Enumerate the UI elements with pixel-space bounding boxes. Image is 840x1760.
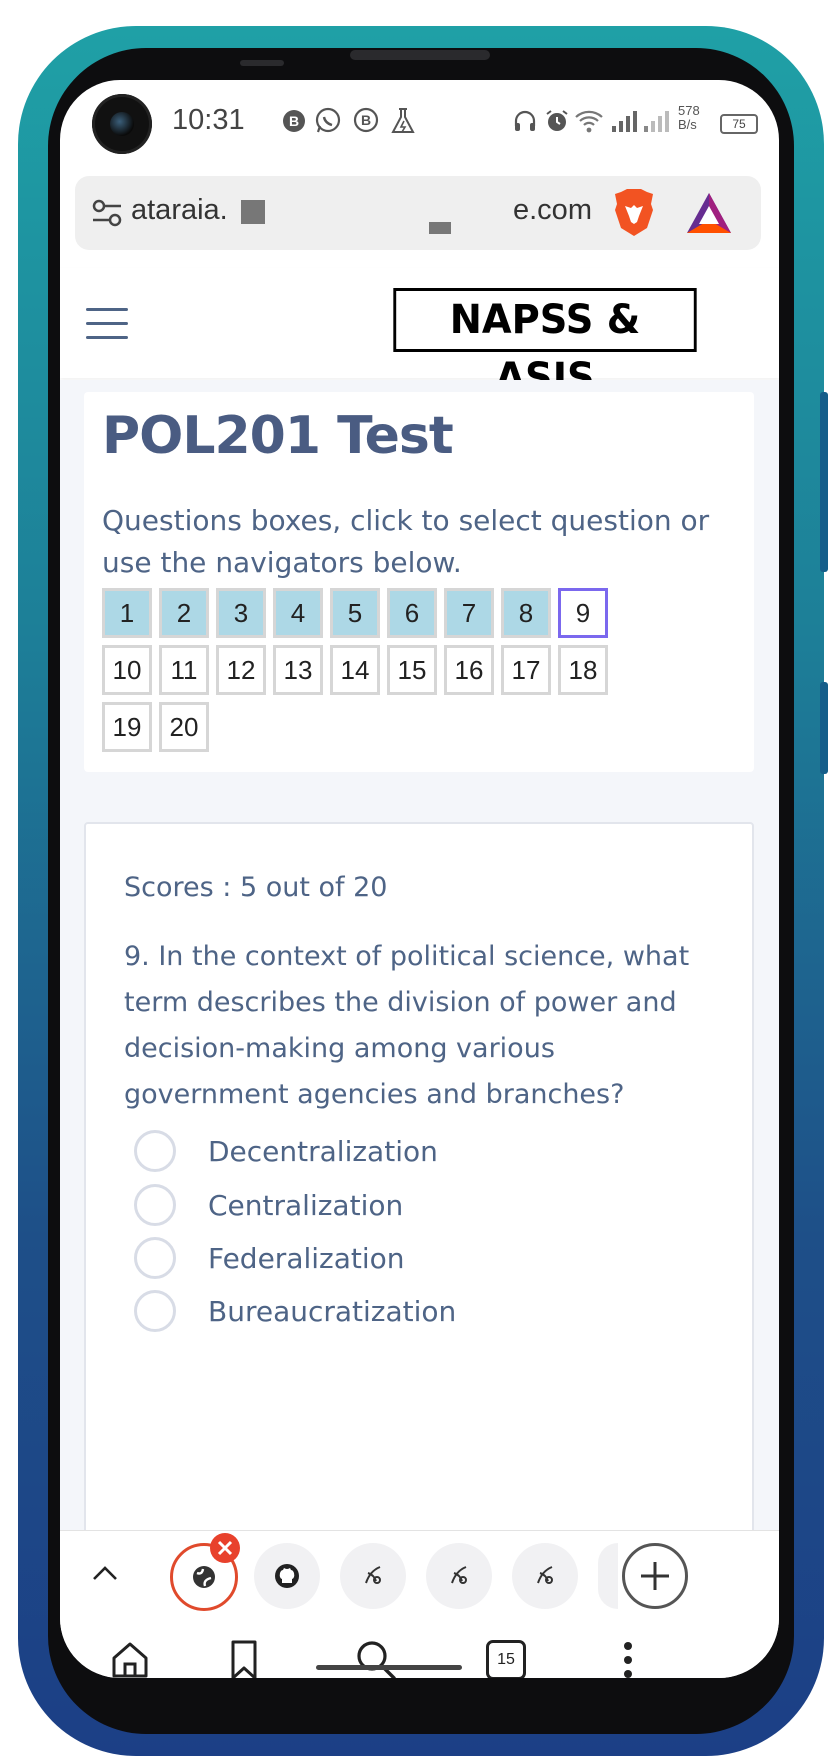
question-box[interactable]: 9 <box>558 588 608 638</box>
tab-count-button[interactable]: 15 <box>486 1640 526 1678</box>
option-label: Centralization <box>208 1188 404 1222</box>
gesture-bar[interactable] <box>316 1665 462 1670</box>
hamburger-icon[interactable] <box>86 308 128 340</box>
question-box[interactable]: 7 <box>444 588 494 638</box>
site-settings-icon[interactable] <box>91 198 123 228</box>
github-icon <box>275 1564 299 1588</box>
question-card: Scores : 5 out of 20 9. In the context o… <box>84 822 754 1542</box>
bookmark-icon[interactable] <box>220 1636 268 1678</box>
more-menu-icon[interactable] <box>604 1636 652 1678</box>
page-title: POL201 Test <box>102 406 454 466</box>
tab-chip[interactable] <box>426 1543 492 1609</box>
signal-weak-icon <box>642 106 672 136</box>
svg-text:B: B <box>289 113 299 129</box>
side-button <box>820 682 828 774</box>
svg-text:B: B <box>361 112 371 128</box>
question-box[interactable]: 4 <box>273 588 323 638</box>
site-logo[interactable]: NAPSS & ASIS <box>393 288 697 401</box>
tab-chip-partial[interactable] <box>598 1543 618 1609</box>
flask-icon <box>390 106 416 136</box>
question-text: 9. In the context of political science, … <box>124 941 690 1110</box>
earpiece-speaker <box>350 50 490 60</box>
question-box[interactable]: 20 <box>159 702 209 752</box>
question-box[interactable]: 8 <box>501 588 551 638</box>
search-icon[interactable] <box>352 1636 400 1678</box>
answer-option[interactable]: Federalization <box>134 1233 405 1283</box>
collapse-icon[interactable] <box>90 1563 120 1583</box>
option-label: Federalization <box>208 1241 405 1275</box>
headphones-icon <box>512 106 538 136</box>
wifi-icon <box>574 106 604 136</box>
question-box[interactable]: 18 <box>558 645 608 695</box>
question-box[interactable]: 6 <box>387 588 437 638</box>
side-button <box>820 392 828 572</box>
option-label: Decentralization <box>208 1134 438 1168</box>
tab-chip[interactable] <box>512 1543 578 1609</box>
net-speed: 578 B/s <box>678 103 700 132</box>
earpiece-grill <box>240 60 284 66</box>
signal-icon <box>610 106 640 136</box>
answer-option[interactable]: Bureaucratization <box>134 1286 456 1336</box>
question-box[interactable]: 3 <box>216 588 266 638</box>
close-icon <box>217 1540 233 1556</box>
status-time: 10:31 <box>172 104 245 136</box>
question-box[interactable]: 5 <box>330 588 380 638</box>
b-circle-icon: B <box>282 106 306 136</box>
question-box[interactable]: 16 <box>444 645 494 695</box>
status-bar: 10:31 B B 578 B/s 75 <box>60 80 779 168</box>
tab-icon <box>537 1566 553 1584</box>
home-icon[interactable] <box>106 1636 154 1678</box>
answer-option[interactable]: Centralization <box>134 1180 403 1230</box>
close-tab-button[interactable] <box>210 1533 240 1563</box>
url-text-right: e.com <box>513 194 592 226</box>
radio-button[interactable] <box>134 1184 176 1226</box>
b-bubble-icon: B <box>352 106 380 136</box>
score-text: Scores : 5 out of 20 <box>124 872 388 903</box>
tab-icon <box>451 1566 467 1584</box>
front-camera <box>92 94 152 154</box>
navigator-instructions: Questions boxes, click to select questio… <box>102 504 710 579</box>
question-box[interactable]: 11 <box>159 645 209 695</box>
radio-button[interactable] <box>134 1290 176 1332</box>
question-navigator-card: POL201 Test Questions boxes, click to se… <box>84 392 754 772</box>
active-tab-icon <box>193 1566 215 1588</box>
radio-button[interactable] <box>134 1130 176 1172</box>
address-bar[interactable]: ataraia. e.com <box>75 176 761 250</box>
answer-option[interactable]: Decentralization <box>134 1126 438 1176</box>
screen: 10:31 B B 578 B/s 75 ataraia. e.com NAPS… <box>60 80 779 1678</box>
question-box[interactable]: 1 <box>102 588 152 638</box>
question-box[interactable]: 19 <box>102 702 152 752</box>
question-grid: 1 2 3 4 5 6 7 8 9 10 11 12 13 14 15 16 17 18 19 20 <box>102 588 622 759</box>
question-box[interactable]: 14 <box>330 645 380 695</box>
question-box[interactable]: 17 <box>501 645 551 695</box>
brave-lion-icon[interactable] <box>611 188 657 238</box>
site-header: NAPSS & ASIS <box>60 268 779 401</box>
question-box[interactable]: 15 <box>387 645 437 695</box>
page-content: POL201 Test Questions boxes, click to se… <box>60 380 779 1542</box>
question-box[interactable]: 12 <box>216 645 266 695</box>
whatsapp-icon <box>314 106 342 136</box>
option-label: Bureaucratization <box>208 1294 457 1328</box>
question-box[interactable]: 2 <box>159 588 209 638</box>
new-tab-button[interactable] <box>622 1543 688 1609</box>
url-redaction <box>429 222 451 234</box>
tab-chip[interactable] <box>254 1543 320 1609</box>
tab-strip <box>60 1530 779 1617</box>
alarm-icon <box>544 106 570 136</box>
url-redaction <box>241 200 265 224</box>
url-text-left: ataraia. <box>131 194 228 226</box>
tab-icon <box>365 1566 381 1584</box>
plus-icon <box>641 1562 669 1590</box>
question-box[interactable]: 10 <box>102 645 152 695</box>
brave-rewards-icon[interactable] <box>685 190 733 236</box>
question-box[interactable]: 13 <box>273 645 323 695</box>
battery-indicator: 75 <box>720 114 758 134</box>
tab-chip[interactable] <box>340 1543 406 1609</box>
radio-button[interactable] <box>134 1237 176 1279</box>
